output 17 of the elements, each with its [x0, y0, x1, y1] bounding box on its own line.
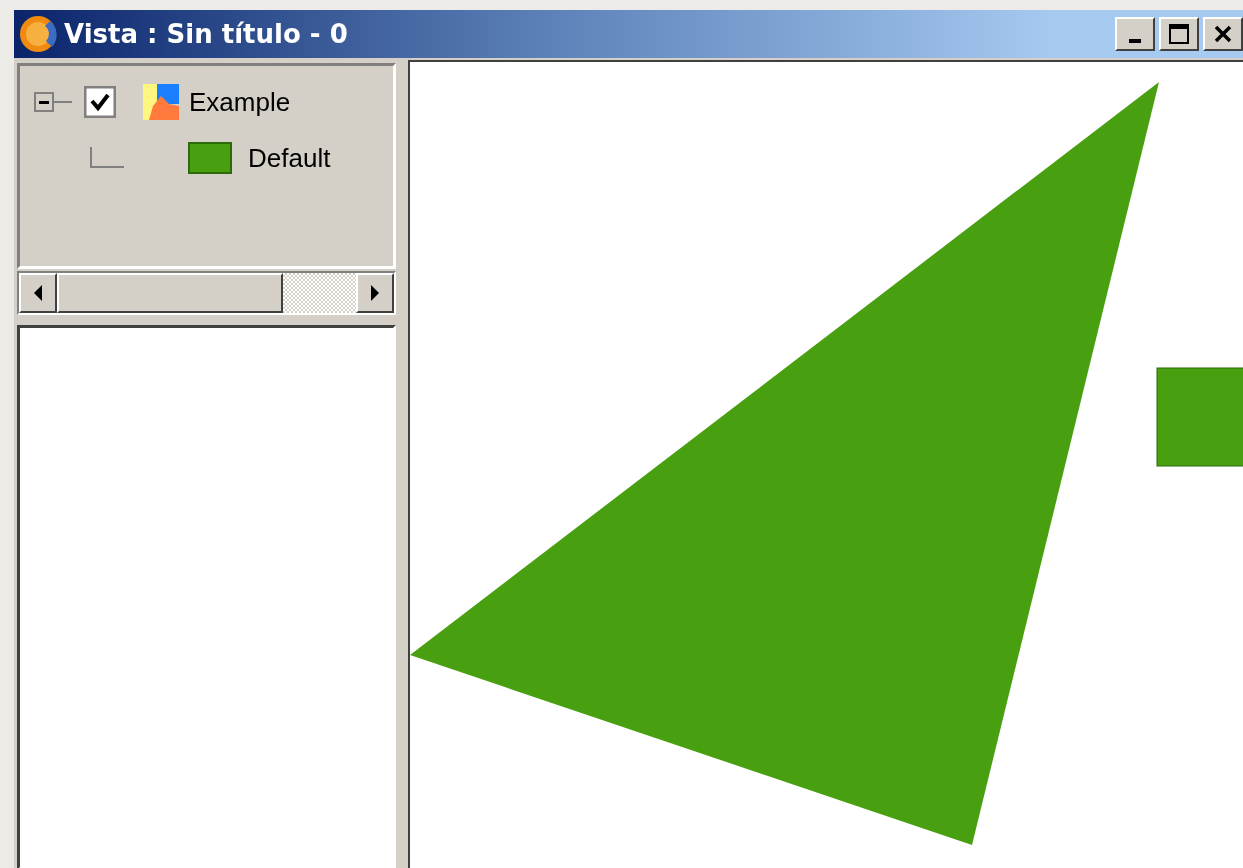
right-arrow-icon[interactable]: [369, 284, 381, 302]
close-button[interactable]: [1203, 17, 1243, 51]
minimize-button[interactable]: [1115, 17, 1155, 51]
window-title: Vista : Sin título - 0: [64, 19, 348, 49]
maximize-icon: [1168, 23, 1190, 45]
layer-icon: [143, 84, 179, 120]
app-logo-icon: [18, 13, 60, 55]
close-icon: [1213, 24, 1233, 44]
horizontal-scrollbar[interactable]: [17, 271, 396, 315]
checkbox[interactable]: [84, 86, 116, 118]
minimize-icon: [1129, 39, 1141, 43]
maximize-button[interactable]: [1159, 17, 1199, 51]
legend-label: Default: [248, 142, 331, 174]
layer-name[interactable]: Example: [189, 86, 291, 118]
left-arrow-icon[interactable]: [32, 284, 44, 302]
collapse-icon[interactable]: [34, 92, 74, 112]
tree-connector-icon: [90, 147, 124, 169]
